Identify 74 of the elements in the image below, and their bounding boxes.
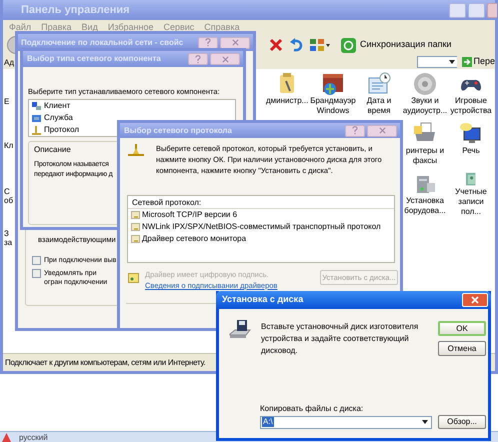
list-item[interactable]: Служба <box>44 113 73 124</box>
help-icon <box>205 38 211 47</box>
item-label: об <box>4 196 14 205</box>
list-item[interactable]: NWLink IPX/SPX/NetBIOS-совместимый транспортный протокол <box>142 222 381 232</box>
field-label: Копировать файлы с диска: <box>260 403 364 415</box>
window-title: Выбор сетевого протокола <box>124 124 232 136</box>
item-label: Кл <box>4 141 14 150</box>
item-label: С <box>4 187 10 196</box>
close-icon <box>471 296 479 304</box>
item-label: З <box>4 229 9 238</box>
window-title: Установка с диска <box>222 293 304 306</box>
browse-button[interactable]: Обзор... <box>438 415 486 429</box>
status-text: Подключает к другим компьютерам, сетям или Интернету. <box>5 356 206 368</box>
close-icon <box>378 127 386 134</box>
network-protocol-icon <box>126 143 146 157</box>
close-icon <box>232 39 238 46</box>
window-title: Панель управления <box>21 2 130 18</box>
sync-button[interactable]: Синхронизация папки <box>341 38 452 52</box>
column-header[interactable]: Сетевой протокол: <box>128 196 394 209</box>
dropdown-icon[interactable] <box>422 420 428 424</box>
views-icon[interactable] <box>309 38 331 52</box>
list-item[interactable]: Microsoft TCP/IP версии 6 <box>142 210 238 220</box>
protocol-icon <box>131 211 140 219</box>
maximize-button[interactable] <box>468 2 485 18</box>
protocol-icon <box>131 223 140 231</box>
minimize-button[interactable] <box>449 2 466 18</box>
client-icon <box>31 101 42 112</box>
language-label[interactable]: русский <box>19 432 48 442</box>
window-title: Выбор типа сетевого компонента <box>27 53 161 65</box>
service-icon <box>31 113 42 124</box>
address-field[interactable] <box>416 56 456 68</box>
clock-icon[interactable] <box>366 71 392 95</box>
help-button[interactable] <box>345 124 365 136</box>
item-label: за <box>4 238 12 247</box>
address-label: Ад <box>4 58 14 66</box>
item-label[interactable]: ринтеры и факсы <box>402 146 448 166</box>
delete-icon[interactable] <box>269 38 283 52</box>
help-icon <box>195 54 201 64</box>
item-label[interactable]: Дата и время <box>356 96 402 116</box>
item-label[interactable]: Учетные записи пол... <box>448 187 494 217</box>
group-title: Описание <box>34 144 71 156</box>
dialog-button[interactable]: Отмена <box>438 341 486 356</box>
path-value: A:\ <box>262 417 274 427</box>
dialog-button[interactable]: OK <box>438 321 486 336</box>
item-label[interactable]: Игровые устройства <box>448 96 494 116</box>
help-button[interactable] <box>198 36 218 48</box>
item-label[interactable]: Звуки и аудиоустр... <box>402 96 448 116</box>
help-icon <box>352 126 358 135</box>
arrow-icon <box>462 57 472 67</box>
undo-icon[interactable] <box>289 38 303 52</box>
firewall-icon[interactable] <box>320 71 346 95</box>
sync-icon <box>341 38 356 52</box>
warning-icon <box>2 432 11 442</box>
checkbox[interactable] <box>32 269 41 278</box>
go-button[interactable]: Пере <box>456 55 495 69</box>
protocol-icon <box>31 125 42 136</box>
message-text: Вставьте установочный диск изготовителя устройства и задайте соответствующий дисковод. <box>261 321 420 357</box>
floppy-drive-icon <box>229 319 251 341</box>
protocol-icon <box>131 235 140 243</box>
list-item[interactable]: Клиент <box>44 101 70 112</box>
close-icon <box>222 56 228 62</box>
item-label: Е <box>4 97 10 106</box>
item-label[interactable]: Речь <box>462 146 480 156</box>
dropdown-icon[interactable] <box>448 60 454 64</box>
list-item[interactable]: Протокол <box>44 125 80 136</box>
window-title: Подключение по локальной сети - свойс <box>21 36 184 48</box>
checkbox[interactable] <box>32 256 41 265</box>
item-label[interactable]: Установка борудова... <box>402 196 448 216</box>
help-button[interactable] <box>188 53 208 65</box>
item-label[interactable]: Брандмауэр Windows <box>310 96 356 116</box>
certificate-icon <box>128 273 139 283</box>
item-label[interactable]: дминистр... <box>266 96 308 106</box>
path-combo-box[interactable]: A:\ <box>260 416 432 428</box>
list-item[interactable]: Драйвер сетевого монитора <box>142 234 246 244</box>
